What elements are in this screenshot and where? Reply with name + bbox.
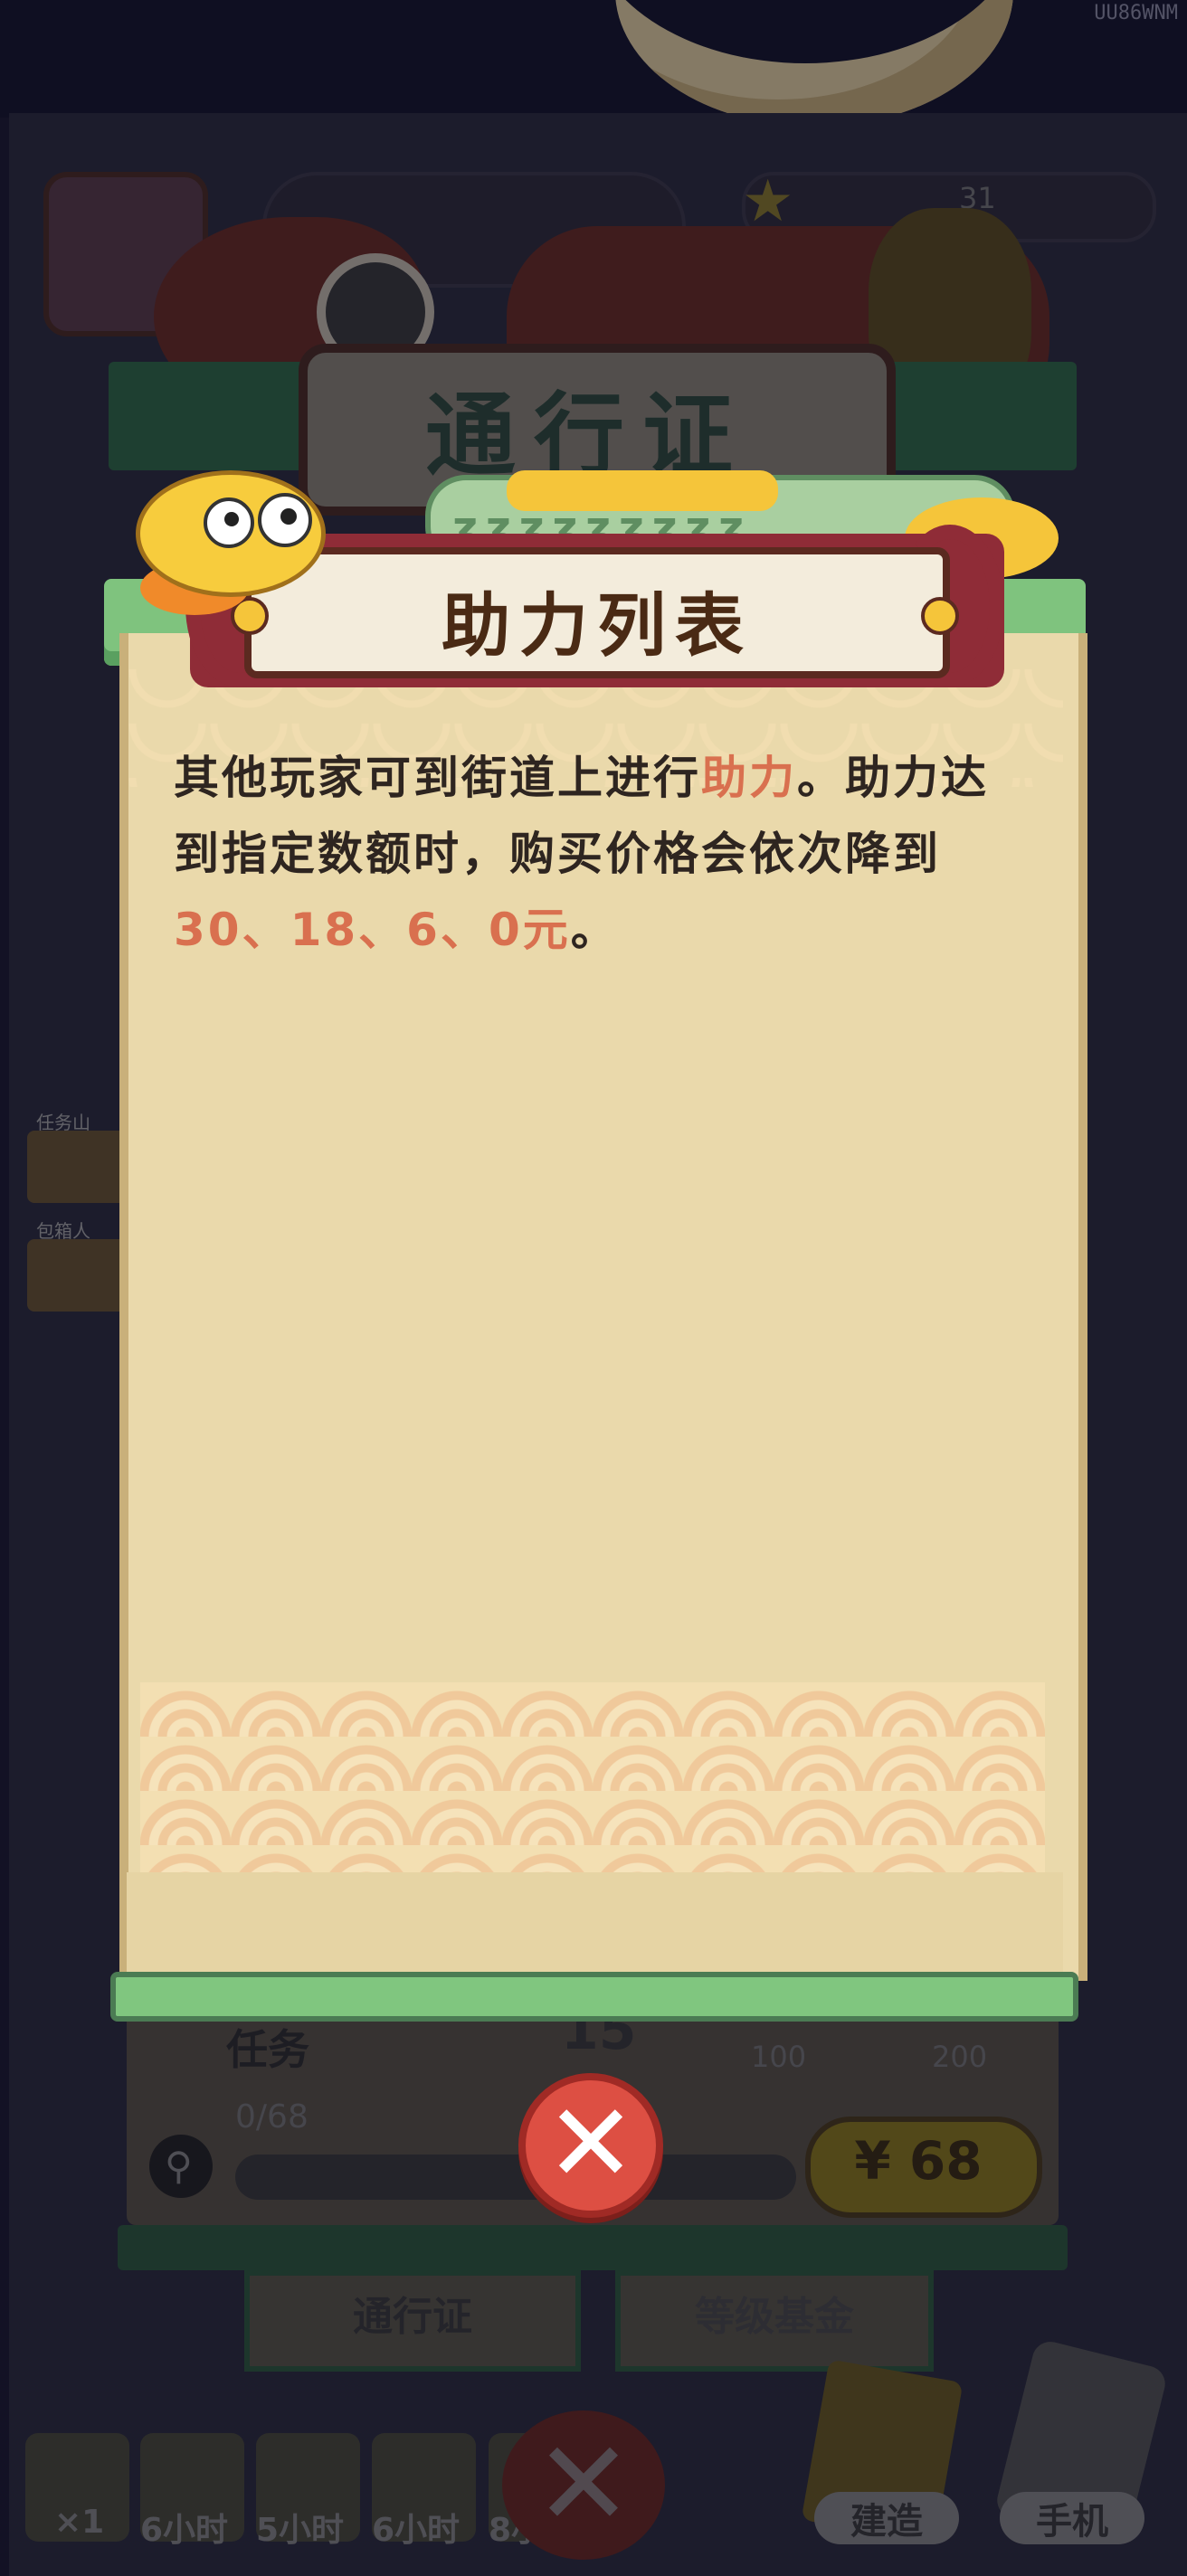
dragon-claw-decoration: [507, 470, 778, 511]
wave-pattern-bottom: [140, 1682, 1045, 1877]
mini-dragon-pupil-right: [280, 508, 297, 525]
scroll-lower-area: [127, 1872, 1063, 1972]
text-part-1: 其他玩家可到街道上进行: [174, 752, 701, 804]
text-highlight-help: 助力: [701, 752, 797, 804]
popup-description: 其他玩家可到街道上进行助力。助力达到指定数额时，购买价格会依次降到30、18、6…: [174, 740, 1015, 968]
mini-dragon-pupil-left: [224, 512, 239, 526]
text-highlight-prices: 30、18、6、0元: [174, 904, 571, 956]
scroll-bottom-rod: [110, 1972, 1078, 2022]
close-x-icon[interactable]: ✕: [518, 2077, 663, 2212]
popup-title: 助力列表: [442, 585, 753, 666]
text-part-3: 。: [570, 904, 619, 956]
